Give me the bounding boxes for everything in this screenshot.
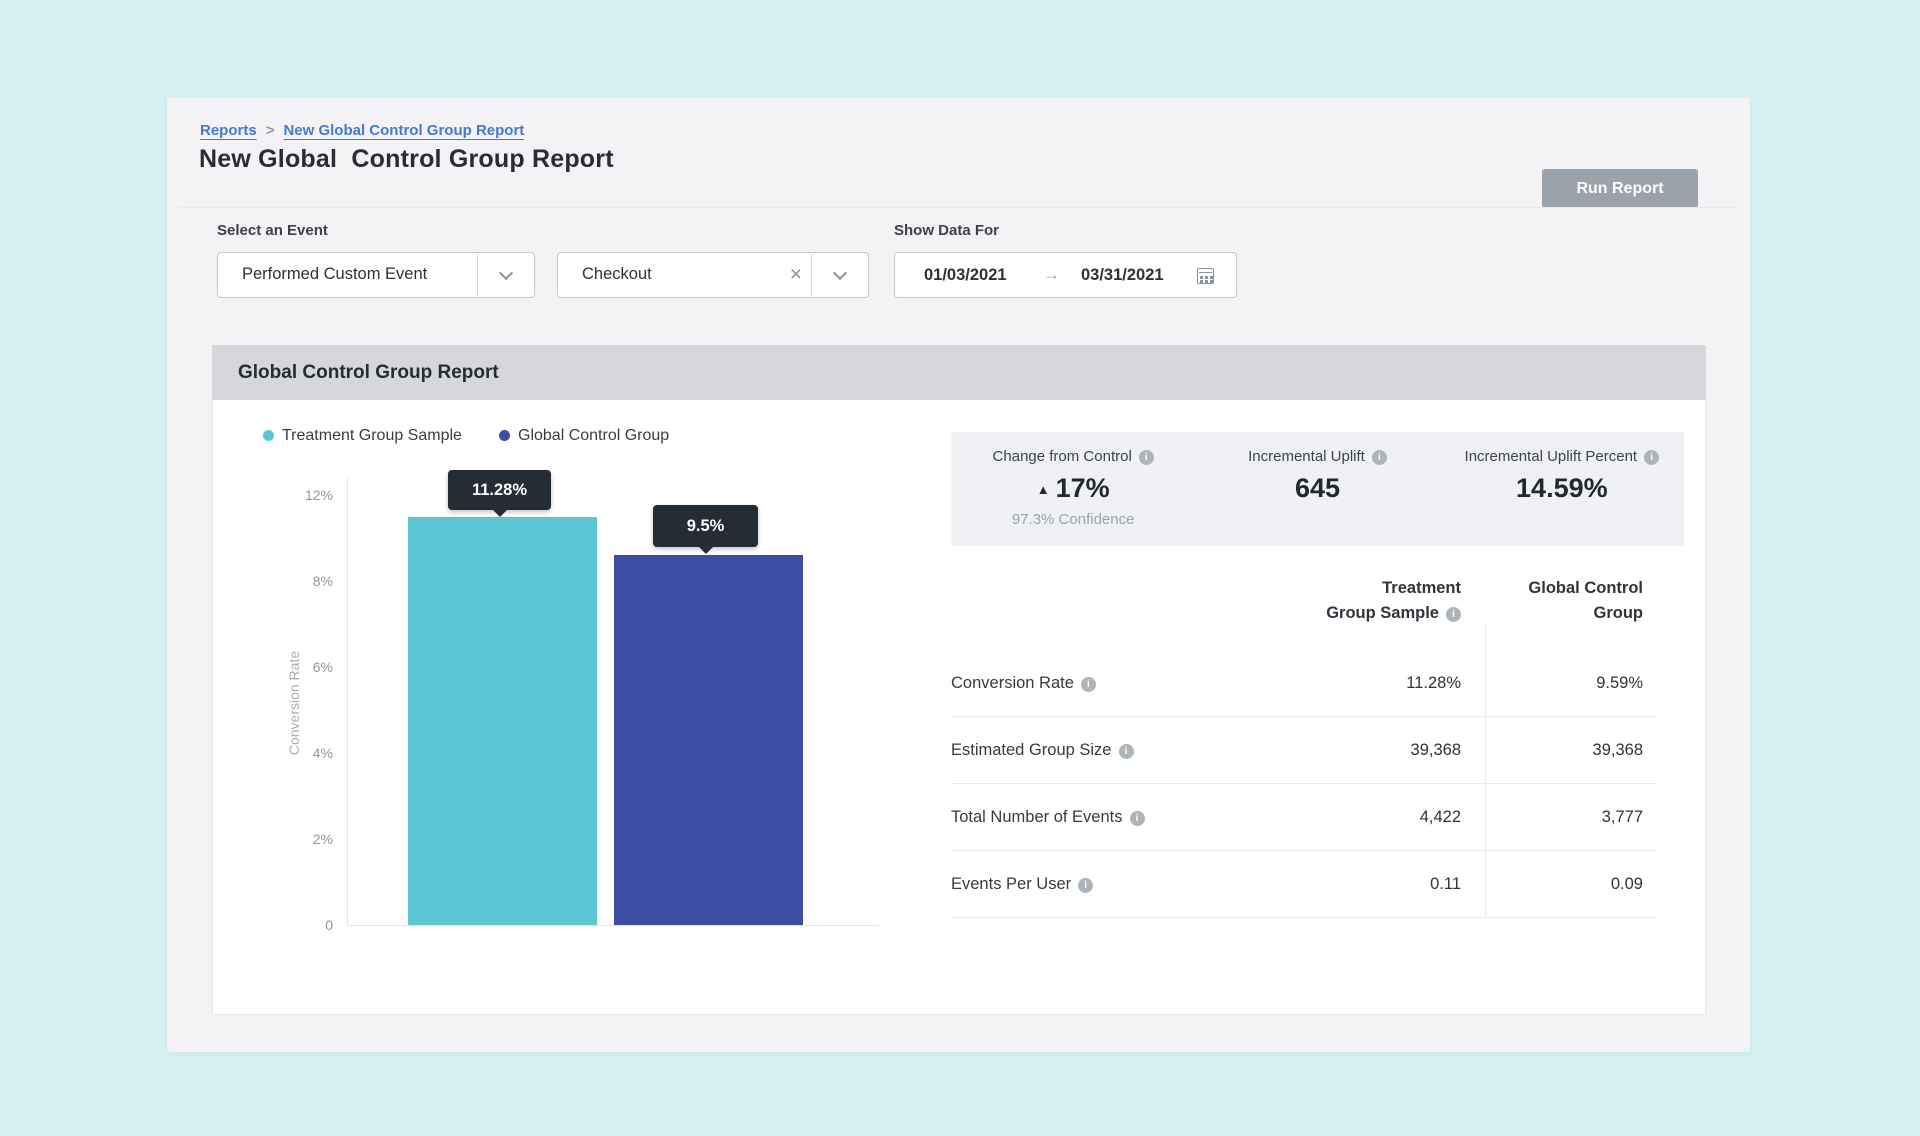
stat-label: Change from Control [993, 448, 1132, 465]
date-range-picker[interactable]: 01/03/2021 → 03/31/2021 [894, 252, 1237, 298]
breadcrumb-link-current[interactable]: New Global Control Group Report [283, 122, 524, 139]
stat-label: Incremental Uplift Percent [1465, 448, 1638, 465]
row-label: Events Per User [951, 875, 1071, 893]
legend-dot-control-icon [499, 430, 510, 441]
page-title: New Global Control Group Report [199, 145, 614, 174]
legend-dot-treatment-icon [263, 430, 274, 441]
col-header-line: Treatment [1382, 579, 1461, 597]
y-axis-line [347, 478, 348, 925]
select-event-label: Select an Event [217, 222, 328, 239]
stat-change-from-control: Change from Control i ▲ 17% 97.3% Confiden… [951, 432, 1195, 546]
info-icon[interactable]: i [1130, 811, 1145, 826]
info-icon[interactable]: i [1446, 607, 1461, 622]
clear-selection-icon[interactable]: × [790, 261, 802, 289]
bar-treatment-group-sample [408, 517, 597, 925]
chevron-down-icon[interactable] [833, 266, 847, 280]
breadcrumb: Reports > New Global Control Group Report [200, 122, 524, 139]
col-header-line: Group Sample [1326, 604, 1439, 622]
cell-treatment: 0.11 [1222, 875, 1485, 894]
legend-item-treatment[interactable]: Treatment Group Sample [263, 427, 462, 445]
event-type-value: Performed Custom Event [242, 265, 427, 284]
report-card: Reports>New Global Control Group Report … [167, 98, 1750, 1052]
legend-item-control[interactable]: Global Control Group [499, 427, 669, 445]
info-icon[interactable]: i [1081, 677, 1096, 692]
col-header-line: Global Control [1528, 579, 1643, 597]
col-header-line: Group [1594, 604, 1644, 622]
cell-treatment: 11.28% [1222, 674, 1485, 693]
info-icon[interactable]: i [1644, 450, 1659, 465]
bar-value-tooltip-control: 9.5% [653, 505, 758, 547]
stat-label: Incremental Uplift [1248, 448, 1365, 465]
table-row: Estimated Group Size i 39,368 39,368 [951, 717, 1657, 784]
arrow-right-icon: → [1043, 265, 1060, 285]
select-divider [811, 254, 812, 296]
stat-incremental-uplift: Incremental Uplift i 645 [1195, 432, 1439, 546]
row-label: Total Number of Events [951, 808, 1123, 826]
table-row: Conversion Rate i 11.28% 9.59% [951, 650, 1657, 717]
calendar-icon[interactable] [1197, 268, 1214, 284]
y-tick-label: 0 [243, 917, 333, 933]
stat-incremental-uplift-percent: Incremental Uplift Percent i 14.59% [1440, 432, 1684, 546]
table-header-row: Treatment Group Sample i Global Control G… [951, 572, 1657, 650]
cell-treatment: 4,422 [1222, 808, 1485, 827]
y-tick-label: 2% [243, 831, 333, 847]
info-icon[interactable]: i [1078, 878, 1093, 893]
bar-global-control-group [614, 555, 803, 925]
stat-value: 14.59% [1440, 473, 1684, 504]
comparison-table: Treatment Group Sample i Global Control G… [951, 572, 1657, 918]
breadcrumb-separator-icon: > [266, 122, 275, 139]
table-row: Events Per User i 0.11 0.09 [951, 851, 1657, 918]
legend-label-treatment: Treatment Group Sample [282, 427, 462, 444]
event-type-select[interactable]: Performed Custom Event [217, 252, 535, 298]
panel-title: Global Control Group Report [238, 362, 499, 384]
col-header-control: Global Control Group [1485, 572, 1657, 626]
date-start-input[interactable]: 01/03/2021 [924, 266, 1007, 285]
title-divider [179, 207, 1738, 208]
cell-control: 0.09 [1485, 875, 1657, 894]
event-name-value: Checkout [582, 265, 652, 284]
bar-value-tooltip-treatment: 11.28% [448, 470, 551, 510]
table-row: Total Number of Events i 4,422 3,777 [951, 784, 1657, 851]
row-label: Conversion Rate [951, 674, 1074, 692]
y-tick-label: 6% [243, 659, 333, 675]
x-axis-line [347, 925, 879, 926]
panel-header: Global Control Group Report [212, 345, 1706, 400]
run-report-button[interactable]: Run Report [1542, 169, 1698, 208]
row-label: Estimated Group Size [951, 741, 1112, 759]
select-divider [477, 254, 478, 296]
cell-treatment: 39,368 [1222, 741, 1485, 760]
y-tick-label: 4% [243, 745, 333, 761]
cell-control: 9.59% [1485, 674, 1657, 693]
y-tick-label: 12% [243, 487, 333, 503]
cell-control: 39,368 [1485, 741, 1657, 760]
table-column-divider [1485, 622, 1486, 916]
col-header-treatment: Treatment Group Sample i [1222, 572, 1485, 626]
summary-stats-strip: Change from Control i ▲ 17% 97.3% Confiden… [951, 432, 1684, 546]
chevron-down-icon[interactable] [499, 266, 513, 280]
y-tick-label: 8% [243, 573, 333, 589]
stat-value: 17% [1056, 473, 1110, 503]
arrow-up-icon: ▲ [1037, 482, 1050, 497]
stat-value: 645 [1195, 473, 1439, 504]
breadcrumb-link-reports[interactable]: Reports [200, 122, 257, 139]
event-name-select[interactable]: Checkout × [557, 252, 869, 298]
panel-body: Treatment Group Sample Global Control Gr… [212, 400, 1706, 1015]
date-end-input[interactable]: 03/31/2021 [1081, 266, 1164, 285]
global-control-group-report-panel: Global Control Group Report Treatment Gr… [212, 345, 1706, 1015]
legend-label-control: Global Control Group [518, 427, 669, 444]
cell-control: 3,777 [1485, 808, 1657, 827]
info-icon[interactable]: i [1139, 450, 1154, 465]
info-icon[interactable]: i [1372, 450, 1387, 465]
show-data-for-label: Show Data For [894, 222, 999, 239]
confidence-text: 97.3% Confidence [951, 511, 1195, 528]
info-icon[interactable]: i [1119, 744, 1134, 759]
